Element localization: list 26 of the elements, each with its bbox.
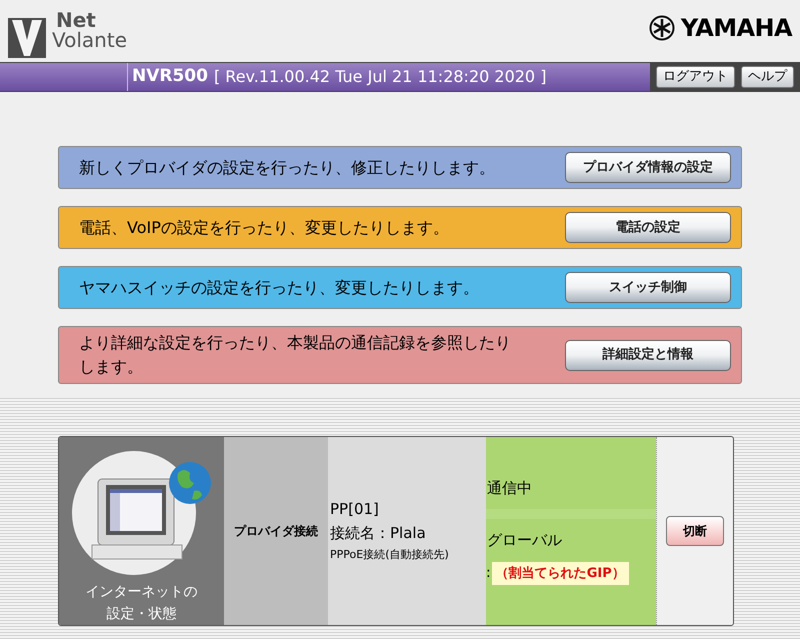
- disconnect-button[interactable]: 切断: [666, 516, 724, 546]
- connection-type: プロバイダ接続: [234, 523, 318, 540]
- brand-name: YAMAHA: [680, 13, 792, 44]
- logo-text: Volante: [52, 30, 127, 50]
- logo-text: Net: [56, 10, 96, 30]
- header-button[interactable]: ログアウト: [656, 66, 735, 88]
- address-separator: :: [486, 564, 491, 583]
- section-label: インターネットの設定・状態: [84, 583, 198, 624]
- menu-description: より詳細な設定を行ったり、本製品の通信記録を参照したりします。: [79, 332, 512, 378]
- tuning-fork-emblem-icon: [648, 15, 675, 41]
- connection-state: 通信中: [486, 478, 533, 499]
- menu-button[interactable]: プロバイダ情報の設定: [565, 152, 731, 183]
- revision-info: [ Rev.11.00.42 Tue Jul 21 11:28:20 2020 ]: [214, 66, 546, 88]
- interface-name: PP[01]: [330, 499, 380, 520]
- menu-description: 電話、VoIPの設定を行ったり、変更したりします。: [79, 216, 450, 238]
- header-button[interactable]: ヘルプ: [741, 66, 794, 88]
- connection-name: 接続名：Plala: [330, 523, 427, 544]
- menu-button[interactable]: 詳細設定と情報: [565, 340, 731, 370]
- menu-button[interactable]: スイッチ制御: [565, 272, 731, 303]
- menu-description: 新しくプロバイダの設定を行ったり、修正したりします。: [79, 156, 496, 178]
- menu-description: ヤマハスイッチの設定を行ったり、変更したりします。: [79, 276, 480, 298]
- address-type: グローバル: [486, 530, 563, 552]
- ip-address: （割当てられたGIP）: [492, 562, 629, 586]
- model-name: NVR500: [132, 65, 208, 88]
- menu-button[interactable]: 電話の設定: [565, 212, 731, 243]
- connection-method: PPPoE接続(自動接続先): [330, 547, 450, 563]
